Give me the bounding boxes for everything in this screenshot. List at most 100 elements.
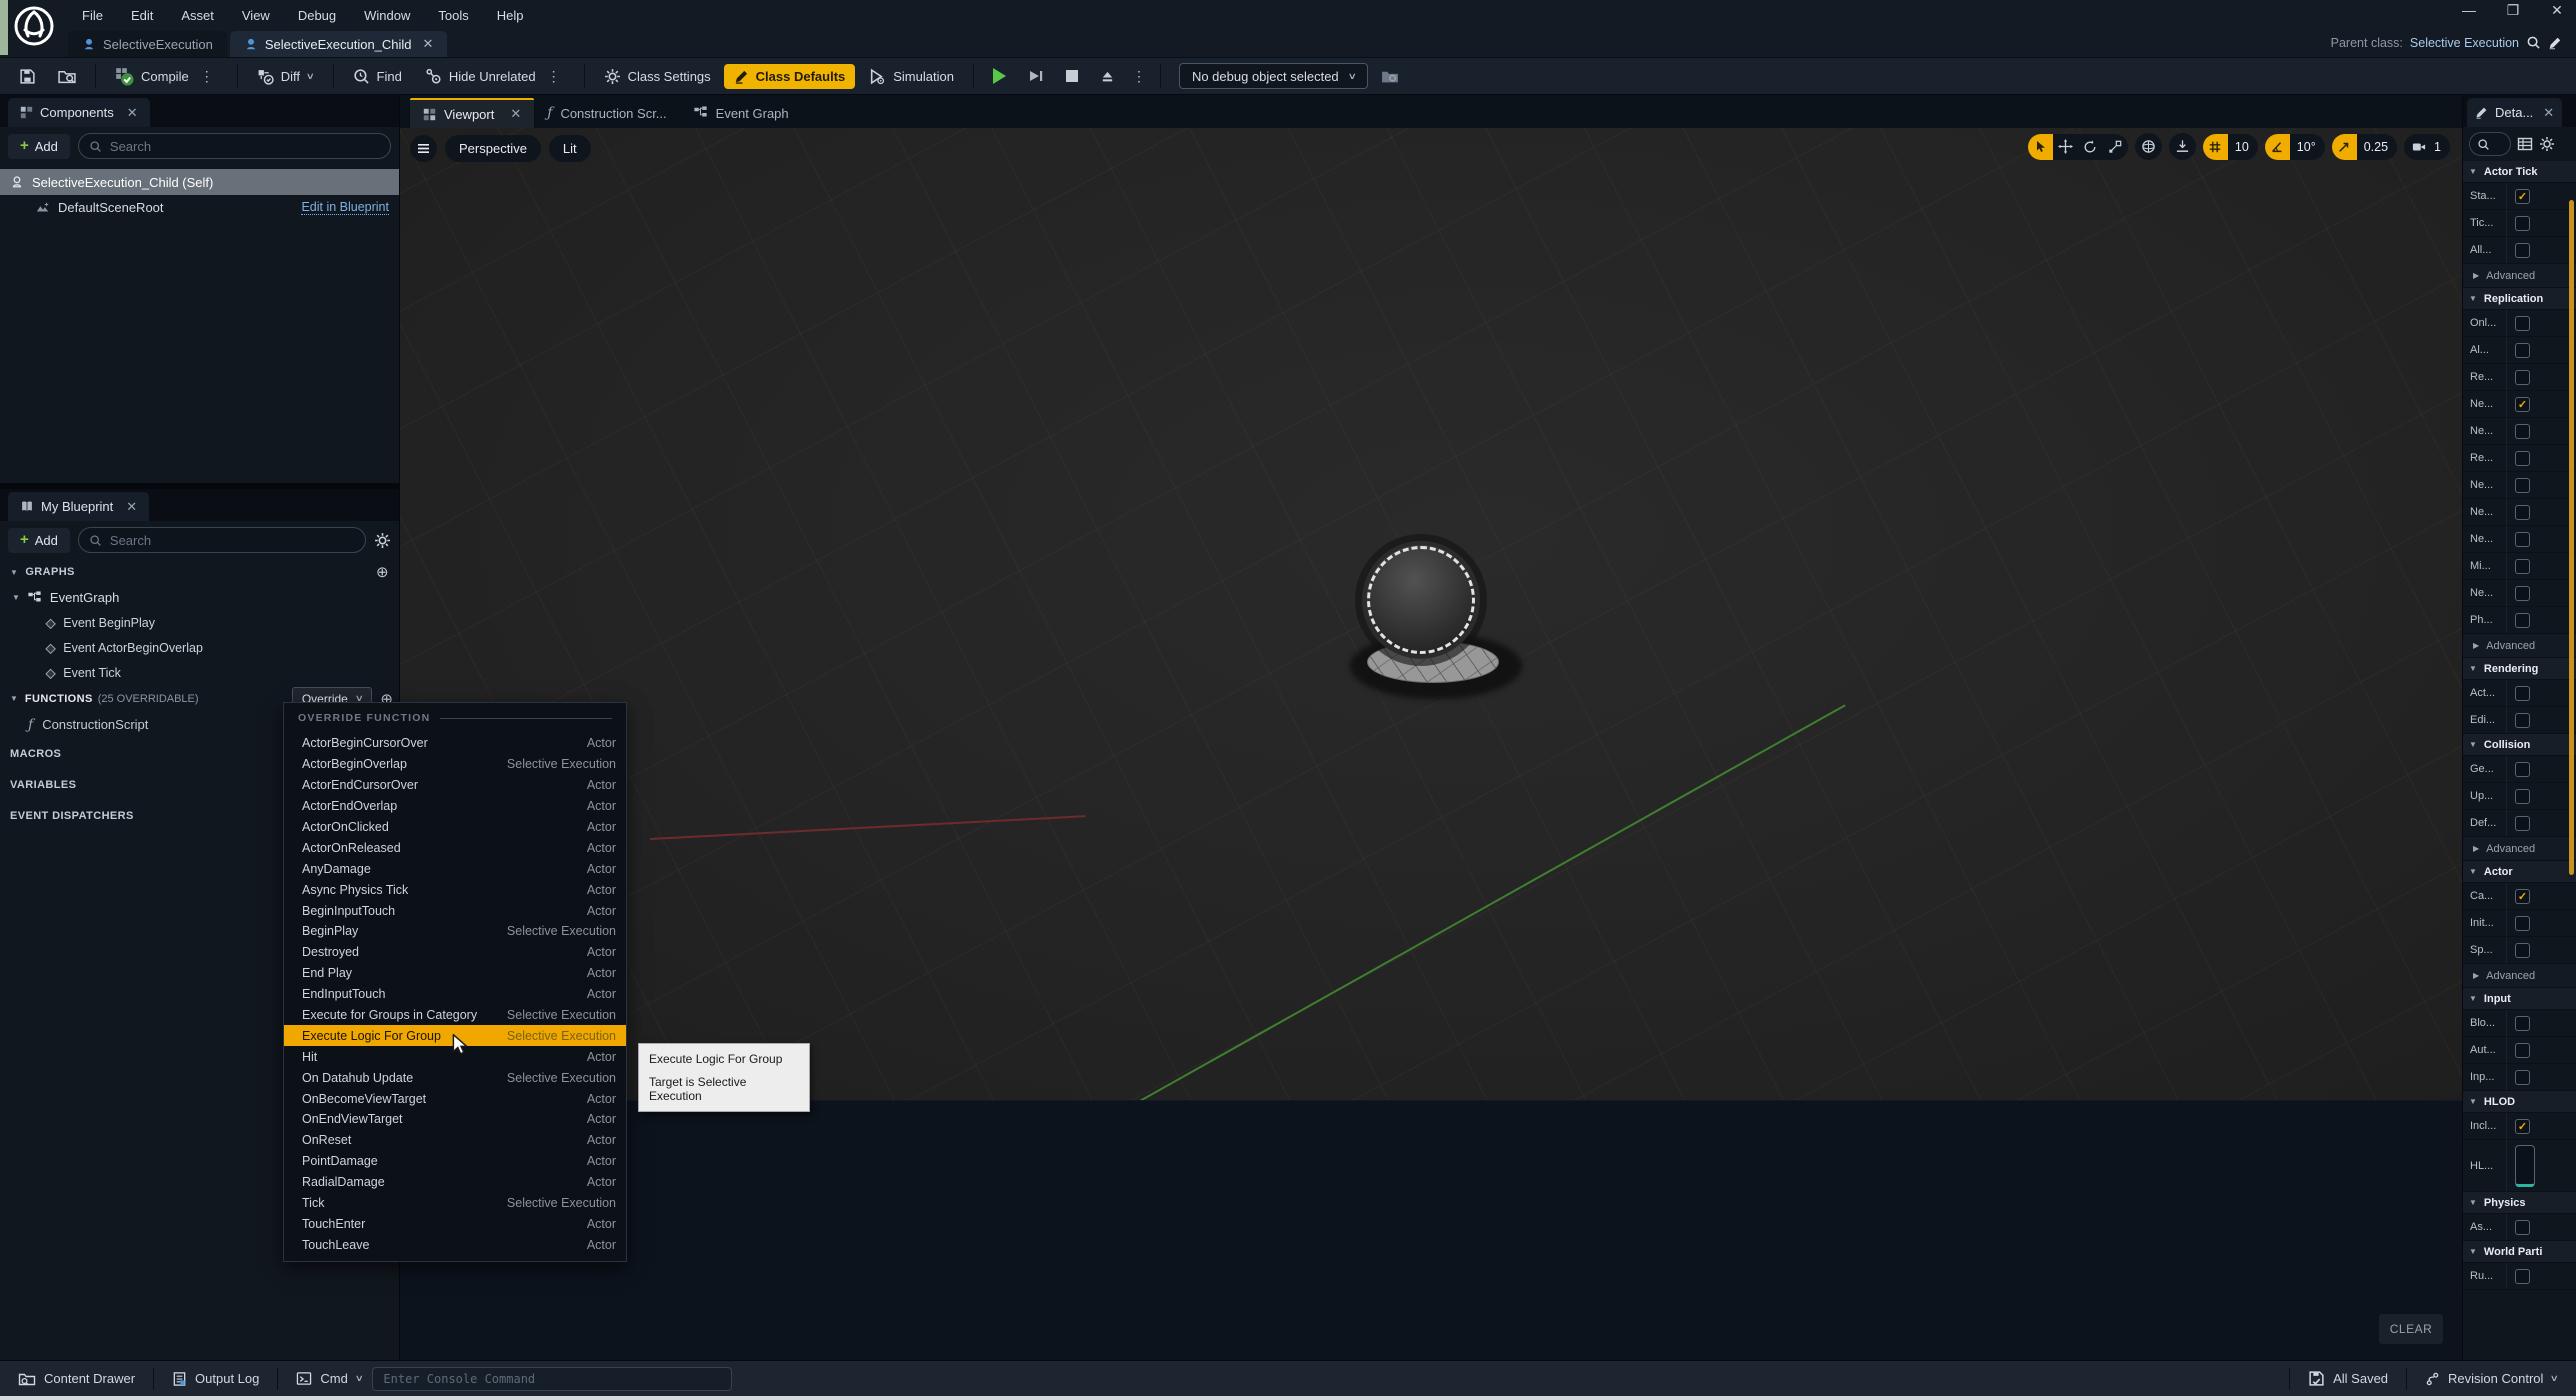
property-checkbox[interactable]: ✓ (2515, 586, 2530, 601)
maximize-icon[interactable]: ❐ (2504, 2, 2522, 19)
play-options-icon[interactable]: ⋮ (1128, 68, 1150, 85)
tab-viewport[interactable]: Viewport ✕ (410, 98, 534, 128)
details-section-header[interactable]: ▼ Rendering (2463, 658, 2576, 680)
component-row-self[interactable]: SelectiveExecution_Child (Self) (0, 169, 399, 195)
all-saved-button[interactable]: All Saved (2298, 1364, 2398, 1393)
details-search-input[interactable] (2469, 132, 2511, 156)
details-section-header[interactable]: ▼ World Parti (2463, 1241, 2576, 1263)
compile-options-icon[interactable]: ⋮ (196, 68, 218, 85)
viewport-3d-canvas[interactable] (400, 128, 2462, 1100)
override-menu-item[interactable]: AnyDamage Actor (284, 858, 626, 879)
property-checkbox[interactable]: ✓ (2515, 1043, 2530, 1058)
world-gizmo-button[interactable] (2135, 133, 2162, 160)
details-section-header[interactable]: ▼ Actor (2463, 861, 2576, 883)
override-menu-item[interactable]: ActorOnReleased Actor (284, 837, 626, 858)
override-menu-item[interactable]: Async Physics Tick Actor (284, 879, 626, 900)
event-graph-row[interactable]: ▼ EventGraph (0, 585, 399, 610)
override-menu-item[interactable]: RadialDamage Actor (284, 1172, 626, 1193)
property-checkbox[interactable]: ✓ (2515, 243, 2530, 258)
move-tool-button[interactable] (2053, 134, 2078, 160)
play-button[interactable] (984, 63, 1015, 89)
frame-skip-button[interactable] (1019, 63, 1053, 89)
camera-speed-control[interactable]: 1 (2404, 134, 2450, 160)
property-checkbox[interactable]: ✓ (2515, 189, 2530, 204)
property-checkbox[interactable]: ✓ (2515, 1269, 2530, 1284)
property-checkbox[interactable]: ✓ (2515, 424, 2530, 439)
debug-object-dropdown[interactable]: No debug object selected ∨ (1179, 63, 1368, 89)
edit-pencil-icon[interactable] (2548, 36, 2562, 50)
menu-item[interactable]: Tools (424, 4, 482, 27)
tab-construction-script[interactable]: ƒ Construction Scr... (534, 98, 679, 128)
menu-item[interactable]: Debug (284, 4, 350, 27)
override-menu-item[interactable]: TouchEnter Actor (284, 1213, 626, 1234)
property-checkbox[interactable]: ✓ (2515, 613, 2530, 628)
override-menu-item[interactable]: ActorEndOverlap Actor (284, 796, 626, 817)
override-menu-item[interactable]: EndInputTouch Actor (284, 984, 626, 1005)
menu-item[interactable]: File (68, 4, 117, 27)
my-blueprint-search-input[interactable]: Search (78, 527, 366, 553)
property-checkbox[interactable]: ✓ (2515, 1145, 2535, 1187)
property-checkbox[interactable]: ✓ (2515, 343, 2530, 358)
close-tab-icon[interactable]: ✕ (423, 36, 434, 52)
override-menu-item[interactable]: End Play Actor (284, 963, 626, 984)
override-menu-item[interactable]: OnReset Actor (284, 1130, 626, 1151)
property-checkbox[interactable]: ✓ (2515, 1119, 2530, 1134)
edit-in-blueprint-link[interactable]: Edit in Blueprint (301, 200, 389, 215)
override-menu-item[interactable]: OnBecomeViewTarget Actor (284, 1088, 626, 1109)
close-icon[interactable]: ✕ (126, 499, 137, 515)
debug-browse-button[interactable] (1372, 63, 1408, 90)
details-section-header[interactable]: ▼ Input (2463, 988, 2576, 1010)
content-drawer-button[interactable]: Content Drawer (8, 1365, 145, 1393)
hide-unrelated-button[interactable]: Hide Unrelated ⋮ (415, 63, 574, 90)
cmd-dropdown-button[interactable]: Cmd ∨ (286, 1365, 372, 1392)
property-checkbox[interactable]: ✓ (2515, 1070, 2530, 1085)
diff-button[interactable]: Diff ∨ (248, 63, 323, 90)
event-row[interactable]: ◆ Event ActorBeginOverlap (0, 635, 399, 660)
override-menu-item[interactable]: Destroyed Actor (284, 942, 626, 963)
browse-content-button[interactable] (49, 63, 85, 90)
property-checkbox[interactable]: ✓ (2515, 816, 2530, 831)
details-scrollbar[interactable] (2569, 200, 2574, 875)
class-settings-button[interactable]: Class Settings (595, 63, 720, 90)
search-icon[interactable] (2526, 35, 2541, 50)
property-checkbox[interactable]: ✓ (2515, 397, 2530, 412)
property-checkbox[interactable]: ✓ (2515, 216, 2530, 231)
clear-button[interactable]: CLEAR (2379, 1314, 2443, 1344)
details-section-header[interactable]: ▼ Replication (2463, 288, 2576, 310)
property-checkbox[interactable]: ✓ (2515, 505, 2530, 520)
advanced-row[interactable]: ▶ Advanced (2463, 964, 2576, 988)
tab-details[interactable]: Deta... ✕ (2467, 98, 2562, 127)
menu-item[interactable]: Asset (167, 4, 228, 27)
property-checkbox[interactable]: ✓ (2515, 316, 2530, 331)
property-checkbox[interactable]: ✓ (2515, 1016, 2530, 1031)
details-settings-gear-icon[interactable] (2539, 136, 2555, 152)
property-checkbox[interactable]: ✓ (2515, 1220, 2530, 1235)
override-menu-item[interactable]: ActorBeginOverlap Selective Execution (284, 754, 626, 775)
document-tab[interactable]: SelectiveExecution ✕ (68, 31, 227, 57)
console-command-input[interactable]: Enter Console Command (372, 1367, 732, 1391)
override-menu-item[interactable]: BeginInputTouch Actor (284, 900, 626, 921)
details-section-header[interactable]: ▼ Actor Tick (2463, 161, 2576, 183)
menu-item[interactable]: Help (483, 4, 538, 27)
stop-button[interactable] (1057, 65, 1087, 87)
add-blueprint-item-button[interactable]: + Add (8, 528, 70, 553)
add-graph-icon[interactable]: ⊕ (376, 563, 389, 581)
settings-gear-icon[interactable] (374, 532, 391, 549)
property-checkbox[interactable]: ✓ (2515, 889, 2530, 904)
lit-dropdown[interactable]: Lit (549, 135, 591, 162)
details-section-header[interactable]: ▼ HLOD (2463, 1091, 2576, 1113)
advanced-row[interactable]: ▶ Advanced (2463, 264, 2576, 288)
document-tab[interactable]: SelectiveExecution_Child ✕ (230, 31, 448, 57)
selected-sphere-actor[interactable] (1362, 541, 1480, 659)
event-row[interactable]: ◆ Event BeginPlay (0, 610, 399, 635)
close-icon[interactable]: ✕ (2543, 105, 2554, 121)
components-search-input[interactable]: Search (78, 133, 391, 159)
advanced-row[interactable]: ▶ Advanced (2463, 837, 2576, 861)
rotation-snap-control[interactable]: 10° (2265, 134, 2325, 160)
property-checkbox[interactable]: ✓ (2515, 789, 2530, 804)
rotate-tool-button[interactable] (2078, 134, 2103, 160)
save-button[interactable] (10, 63, 45, 90)
table-view-icon[interactable] (2517, 136, 2533, 152)
override-menu-item[interactable]: Execute for Groups in Category Selective… (284, 1005, 626, 1026)
perspective-dropdown[interactable]: Perspective (445, 135, 541, 162)
